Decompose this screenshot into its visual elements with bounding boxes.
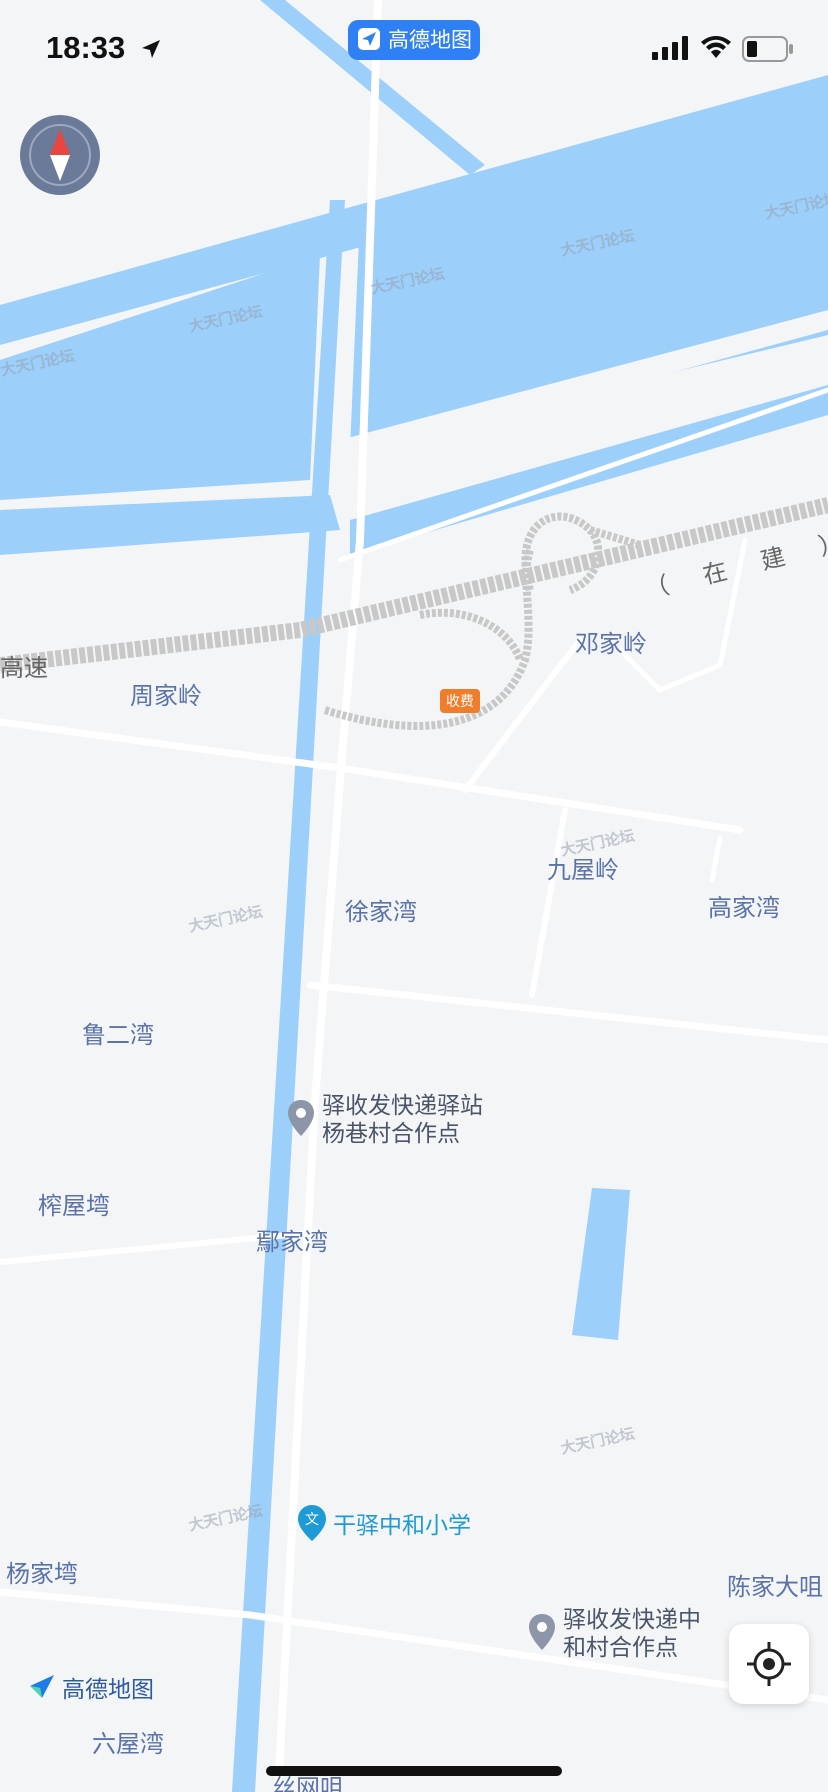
app-pill-label: 高德地图 [388, 28, 472, 52]
place-label[interactable]: 高家湾 [708, 888, 780, 923]
crosshair-icon [747, 1642, 791, 1686]
toll-badge: 收费 [440, 689, 480, 713]
poi-marker-2[interactable] [527, 1612, 557, 1656]
amap-logo: 高德地图 [28, 1670, 154, 1704]
amap-logo-icon [30, 1675, 54, 1698]
place-label[interactable]: 周家岭 [130, 676, 202, 711]
place-label[interactable]: 六屋湾 [92, 1724, 164, 1759]
school-label[interactable]: 干驿中和小学 [333, 1506, 471, 1540]
svg-text:文: 文 [305, 1512, 319, 1528]
compass-icon [29, 124, 91, 186]
poi-line: 驿收发快递中 [563, 1607, 701, 1633]
location-arrow-icon [142, 40, 160, 58]
amap-logo-icon [358, 28, 380, 50]
school-icon: 文 [298, 1505, 326, 1541]
poi-label-1[interactable]: 驿收发快递驿站 杨巷村合作点 [322, 1092, 483, 1148]
poi-marker-1[interactable] [286, 1098, 316, 1142]
poi-label-2[interactable]: 驿收发快递中 和村合作点 [563, 1606, 701, 1662]
poi-line: 和村合作点 [563, 1635, 678, 1661]
back-to-app-button[interactable]: 高德地图 [348, 20, 480, 60]
status-time: 18:33 [46, 30, 126, 65]
wifi-icon [701, 36, 731, 58]
place-label[interactable]: 九屋岭 [547, 850, 619, 885]
locate-me-button[interactable] [729, 1624, 809, 1704]
status-bar: 18:33 高德地图 [0, 0, 828, 100]
place-label[interactable]: 鄢家湾 [256, 1222, 328, 1257]
place-label[interactable]: 徐家湾 [345, 892, 417, 927]
home-indicator[interactable] [266, 1766, 562, 1776]
logo-label: 高德地图 [62, 1677, 154, 1703]
map-view[interactable]: 大天门论坛 大天门论坛 大天门论坛 大天门论坛 大天门论坛 大天门论坛 大天门论… [0, 0, 828, 1792]
place-label[interactable]: 陈家大咀 [727, 1567, 823, 1602]
cellular-signal-icon [652, 36, 688, 60]
poi-line: 驿收发快递驿站 [322, 1093, 483, 1119]
place-label[interactable]: 榨屋塆 [38, 1186, 110, 1221]
battery-icon [742, 36, 793, 62]
place-label[interactable]: 鲁二湾 [82, 1015, 154, 1050]
location-pin-icon [529, 1614, 555, 1650]
location-pin-icon [288, 1100, 314, 1136]
poi-line: 杨巷村合作点 [322, 1121, 460, 1147]
highway-label-left: 高速 [0, 654, 48, 682]
compass-button[interactable] [20, 115, 100, 195]
school-marker[interactable]: 文 [296, 1503, 328, 1547]
place-label[interactable]: 邓家岭 [575, 624, 647, 659]
place-label[interactable]: 杨家塆 [6, 1554, 78, 1589]
